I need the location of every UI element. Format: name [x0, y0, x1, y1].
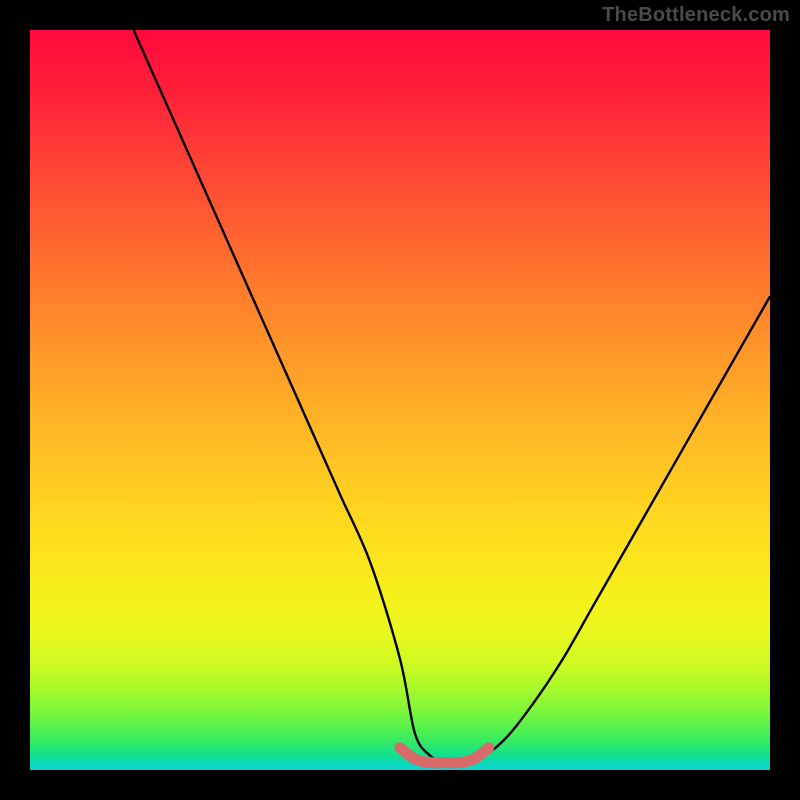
plot-area: [30, 30, 770, 770]
chart-frame: TheBottleneck.com: [0, 0, 800, 800]
watermark-label: TheBottleneck.com: [602, 4, 790, 27]
curve-layer: [30, 30, 770, 770]
flat-bottom-highlight-path: [400, 748, 489, 763]
bottleneck-curve-path: [134, 30, 770, 764]
